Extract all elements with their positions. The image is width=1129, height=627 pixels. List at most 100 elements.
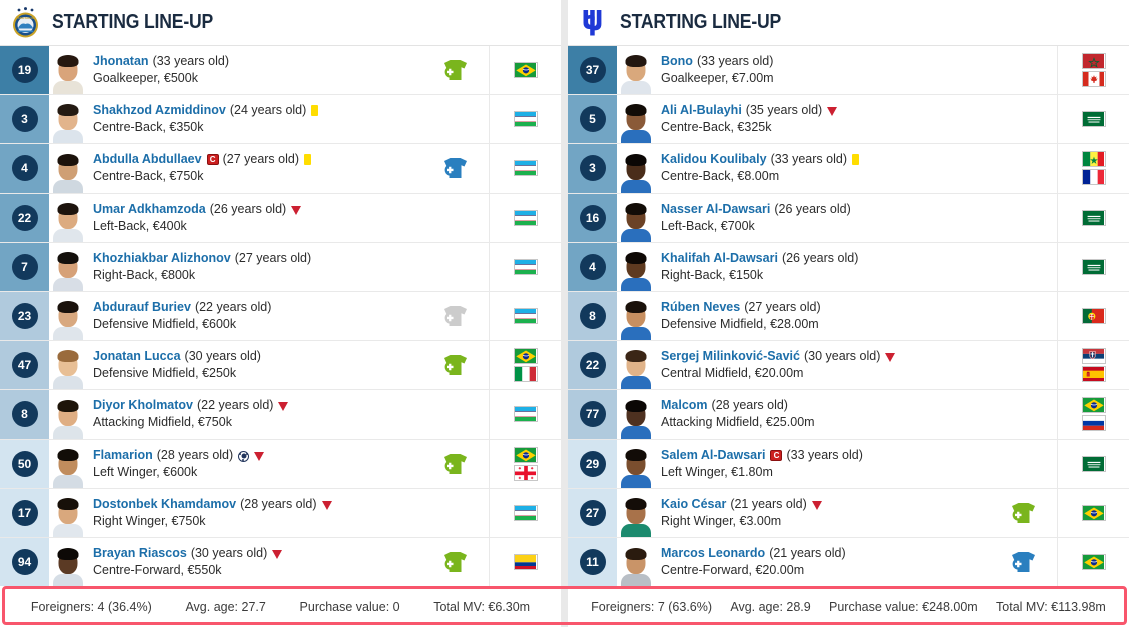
player-photo-cell[interactable] (617, 194, 654, 242)
table-row[interactable]: 8 Diyor Kholmatov (22 years old) Attacking … (0, 390, 561, 440)
substitution-green-icon[interactable] (1011, 502, 1036, 524)
player-name-link[interactable]: Abdulla Abdullaev (93, 151, 202, 168)
table-row[interactable]: 77 Malcom (28 years old) Attacking Midfield… (568, 390, 1129, 440)
table-row[interactable]: 19 Jhonatan (33 years old) Goalkeeper, €500… (0, 46, 561, 96)
table-row[interactable]: 4 Abdulla Abdullaev C (27 years old) Centre-… (0, 144, 561, 194)
away-shirt-number-cell: 16 (568, 193, 617, 242)
player-photo-cell[interactable] (49, 390, 86, 439)
player-photo-cell[interactable] (617, 144, 654, 193)
player-position-value: Centre-Back, €8.00m (661, 169, 780, 184)
player-photo-cell[interactable] (617, 243, 654, 291)
table-row[interactable]: 8 Rúben Neves (27 years old) Defensive Midf… (568, 291, 1129, 342)
player-name-link[interactable]: Flamarion (93, 447, 153, 464)
substitution-green-icon[interactable] (443, 453, 468, 475)
player-photo-cell[interactable] (617, 95, 654, 144)
player-name-link[interactable]: Kalidou Koulibaly (661, 151, 767, 168)
table-row[interactable]: 7 Khozhiakbar Alizhonov (27 years old) Righ… (0, 242, 561, 292)
substitution-blue-icon[interactable] (443, 157, 468, 179)
substitution-icon-cell (989, 194, 1057, 242)
away-shirt-number-cell: 29 (568, 439, 617, 488)
player-photo-cell[interactable] (617, 489, 654, 537)
player-photo-cell[interactable] (49, 95, 86, 144)
player-photo-cell[interactable] (617, 292, 654, 341)
substitution-green-icon[interactable] (443, 551, 468, 573)
player-photo-cell[interactable] (49, 144, 86, 193)
player-age: (28 years old) (711, 398, 788, 413)
away-lineup-title: STARTING LINE-UP (620, 11, 782, 33)
player-photo-cell[interactable] (49, 440, 86, 488)
player-photo-cell[interactable] (49, 538, 86, 588)
player-name-link[interactable]: Khalifah Al-Dawsari (661, 250, 778, 267)
player-nationality-cell (489, 95, 561, 144)
player-name-link[interactable]: Khozhiakbar Alizhonov (93, 250, 231, 267)
substitution-green-icon[interactable] (443, 354, 468, 376)
player-nationality-cell (1057, 193, 1129, 242)
player-age: (33 years old) (696, 54, 774, 69)
table-row[interactable]: 3 Kalidou Koulibaly (33 years old) Centre-B… (568, 144, 1129, 194)
player-photo-cell[interactable] (49, 194, 86, 242)
player-name-line: Flamarion (28 years old) (93, 447, 421, 464)
flag-saudi-arabia (1081, 258, 1106, 275)
substitution-blue-icon[interactable] (1011, 551, 1036, 573)
player-photo-cell[interactable] (617, 390, 654, 439)
player-name-link[interactable]: Shakhzod Azmiddinov (93, 102, 226, 119)
table-row[interactable]: 22 Sergej Milinković-Savić (30 years old) C… (568, 341, 1129, 391)
table-row[interactable]: 16 Nasser Al-Dawsari (26 years old) Left-Ba… (568, 193, 1129, 243)
player-name-link[interactable]: Ali Al-Bulayhi (661, 102, 742, 119)
player-photo-cell[interactable] (617, 538, 654, 588)
player-name-link[interactable]: Nasser Al-Dawsari (661, 201, 770, 218)
player-name-link[interactable]: Diyor Kholmatov (93, 397, 193, 414)
player-photo (620, 200, 651, 242)
player-info-cell: Khozhiakbar Alizhonov (27 years old) Right… (86, 243, 421, 291)
player-name-link[interactable]: Rúben Neves (661, 299, 740, 316)
player-name-link[interactable]: Sergej Milinković-Savić (661, 348, 800, 365)
flag-france (1081, 169, 1106, 186)
table-row[interactable]: 23 Abdurauf Buriev (22 years old) Defensive… (0, 291, 561, 342)
flag-italy (513, 366, 538, 383)
table-row[interactable]: 47 Jonatan Lucca (30 years old) Defensive M… (0, 341, 561, 391)
table-row[interactable]: 4 Khalifah Al-Dawsari (26 years old) Right-… (568, 242, 1129, 292)
player-photo-cell[interactable] (49, 243, 86, 291)
table-row[interactable]: 27 Kaio César (21 years old) Right Winger, … (568, 488, 1129, 538)
player-name-link[interactable]: Kaio César (661, 496, 726, 513)
home-foreigners: Foreigners: 4 (36.4%) (30, 599, 152, 614)
player-name-link[interactable]: Brayan Riascos (93, 545, 187, 562)
player-photo-cell[interactable] (49, 292, 86, 341)
table-row[interactable]: 37 Bono (33 years old) Goalkeeper, €7.00m (568, 46, 1129, 96)
player-name-link[interactable]: Jonatan Lucca (93, 348, 181, 365)
table-row[interactable]: 17 Dostonbek Khamdamov (28 years old) Right… (0, 488, 561, 538)
table-row[interactable]: 11 Marcos Leonardo (21 years old) Centre-Fo… (568, 537, 1129, 588)
player-photo-cell[interactable] (617, 440, 654, 488)
table-row[interactable]: 22 Umar Adkhamzoda (26 years old) Left-Back… (0, 193, 561, 243)
player-name-link[interactable]: Abdurauf Buriev (93, 299, 191, 316)
table-row[interactable]: 50 Flamarion (28 years old) Left Winger, €6… (0, 439, 561, 489)
player-name-line: Brayan Riascos (30 years old) (93, 545, 421, 562)
player-photo-cell[interactable] (617, 46, 654, 95)
table-row[interactable]: 3 Shakhzod Azmiddinov (24 years old) Centre… (0, 95, 561, 145)
flag-uzbekistan (513, 406, 538, 423)
player-photo-cell[interactable] (617, 341, 654, 390)
player-name-link[interactable]: Jhonatan (93, 53, 149, 70)
table-row[interactable]: 94 Brayan Riascos (30 years old) Centre-For… (0, 537, 561, 588)
player-name-link[interactable]: Dostonbek Khamdamov (93, 496, 236, 513)
player-name-line: Dostonbek Khamdamov (28 years old) (93, 496, 421, 513)
table-row[interactable]: 29 Salem Al-Dawsari C (33 years old) Left Wi… (568, 439, 1129, 489)
player-position-value: Left-Back, €400k (93, 218, 187, 233)
substitution-green-icon[interactable] (443, 59, 468, 81)
substitution-grey-icon[interactable] (443, 305, 468, 327)
player-photo-cell[interactable] (49, 489, 86, 537)
player-name-line: Bono (33 years old) (661, 53, 989, 70)
player-name-link[interactable]: Salem Al-Dawsari (661, 447, 765, 464)
table-row[interactable]: 5 Ali Al-Bulayhi (35 years old) Centre-Back… (568, 95, 1129, 145)
player-info-cell: Ali Al-Bulayhi (35 years old) Centre-Back,… (654, 95, 989, 143)
player-name-link[interactable]: Malcom (661, 397, 708, 414)
player-name-link[interactable]: Marcos Leonardo (661, 545, 765, 562)
player-photo-cell[interactable] (49, 341, 86, 390)
player-name-link[interactable]: Bono (661, 53, 693, 70)
home-shirt-number-cell: 94 (0, 537, 49, 588)
player-info-cell: Malcom (28 years old) Attacking Midfield, … (654, 390, 989, 438)
player-photo (52, 200, 83, 242)
player-name-link[interactable]: Umar Adkhamzoda (93, 201, 206, 218)
player-photo-cell[interactable] (49, 46, 86, 95)
shirt-number-badge: 4 (579, 253, 606, 280)
